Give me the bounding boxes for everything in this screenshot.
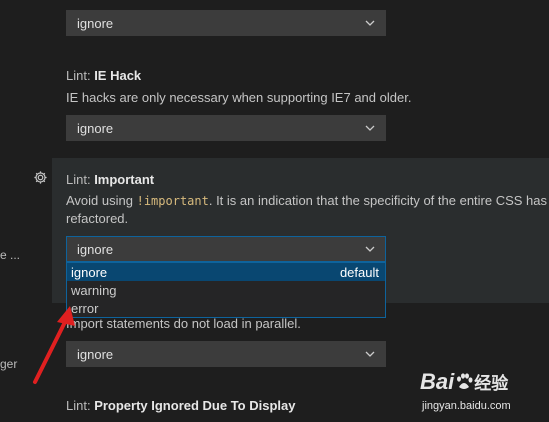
important-select[interactable]: ignore bbox=[66, 236, 386, 262]
watermark-url: jingyan.baidu.com bbox=[422, 400, 511, 412]
setting-name: Property Ignored Due To Display bbox=[94, 398, 296, 413]
option-label: ignore bbox=[71, 264, 108, 280]
left-fragment-ellipsis: e ... bbox=[0, 248, 21, 262]
important-description: Avoid using !important. It is an indicat… bbox=[66, 193, 549, 208]
important-description-line2: refactored. bbox=[66, 211, 129, 226]
setting-category: Lint: bbox=[66, 68, 95, 83]
dropdown-option-error[interactable]: error bbox=[67, 299, 385, 317]
property-ignored-title: Lint: Property Ignored Due To Display bbox=[66, 398, 295, 413]
chevron-down-icon bbox=[365, 351, 375, 357]
select-value: ignore bbox=[77, 346, 114, 362]
chevron-down-icon bbox=[365, 125, 375, 131]
left-fragment-ger: ger bbox=[0, 357, 18, 371]
chevron-down-icon bbox=[365, 246, 375, 252]
ie-hack-description: IE hacks are only necessary when support… bbox=[66, 90, 412, 105]
setting-category: Lint: bbox=[66, 398, 95, 413]
watermark-suffix: 经验 bbox=[474, 374, 509, 393]
ie-hack-select[interactable]: ignore bbox=[66, 115, 386, 141]
top-setting-select[interactable]: ignore bbox=[66, 10, 386, 36]
baidu-watermark: Bai 经验 jingyan.baidu.com bbox=[420, 370, 548, 416]
important-title: Lint: Important bbox=[66, 172, 154, 187]
description-text: Avoid using bbox=[66, 193, 137, 208]
option-default-tag: default bbox=[339, 264, 379, 280]
watermark-brand: Bai bbox=[420, 369, 455, 394]
import-description: Import statements do not load in paralle… bbox=[66, 316, 301, 331]
chevron-down-icon bbox=[365, 20, 375, 26]
setting-name: Important bbox=[94, 172, 155, 187]
description-code: !important bbox=[136, 194, 209, 208]
dropdown-option-ignore[interactable]: ignore default bbox=[67, 263, 385, 281]
description-text: . It is an indication that the specifici… bbox=[208, 193, 549, 208]
gear-icon[interactable] bbox=[33, 170, 48, 185]
option-label: warning bbox=[71, 282, 117, 298]
dropdown-option-warning[interactable]: warning bbox=[67, 281, 385, 299]
select-value: ignore bbox=[77, 120, 114, 136]
annotation-arrow-icon bbox=[33, 306, 75, 384]
setting-name: IE Hack bbox=[94, 68, 142, 83]
paw-icon bbox=[457, 373, 473, 389]
import-select[interactable]: ignore bbox=[66, 341, 386, 367]
ie-hack-title: Lint: IE Hack bbox=[66, 68, 141, 83]
select-value: ignore bbox=[77, 15, 114, 31]
select-value: ignore bbox=[77, 241, 114, 257]
important-dropdown-list: ignore default warning error bbox=[66, 262, 386, 318]
setting-category: Lint: bbox=[66, 172, 95, 187]
